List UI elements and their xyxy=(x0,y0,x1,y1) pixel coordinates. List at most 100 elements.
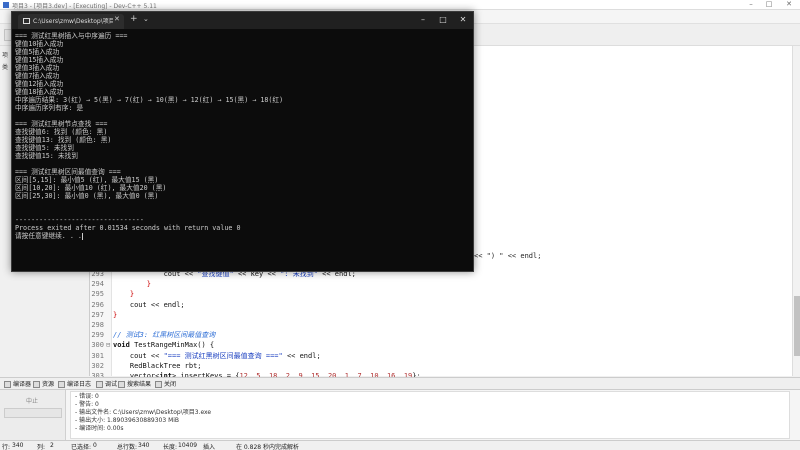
tab-debug[interactable]: 调试 xyxy=(96,380,117,390)
ide-window-title: 项目3 - [项目3.dev] - [Executing] - Dev-C++ … xyxy=(12,3,157,10)
console-window[interactable]: C:\Users\zmw\Desktop\项目3.exe ✕ + ⌄ – □ ✕… xyxy=(11,11,474,272)
status-col: 2 xyxy=(50,442,54,449)
code-line[interactable]: 297} xyxy=(0,310,800,320)
console-line-text: === 测试红黑树插入与中序遍历 === xyxy=(15,32,128,40)
console-line: 查找键值5: 未找到 xyxy=(15,144,470,152)
console-line-text: 查找键值15: 未找到 xyxy=(15,152,78,160)
compile-log-icon xyxy=(58,381,65,388)
compile-output-panel: 中止 - 错误: 0 - 警告: 0 - 输出文件名: C:\Users\zmw… xyxy=(0,390,800,440)
close-tab-icon[interactable]: ✕ xyxy=(114,15,120,23)
console-line: 请按任意键继续. . . xyxy=(15,232,470,240)
compile-errors: - 错误: 0 xyxy=(75,393,99,400)
line-number: 300 xyxy=(91,341,104,350)
tab-search-results[interactable]: 搜索结果 xyxy=(118,380,151,390)
console-line-text: 键值12插入成功 xyxy=(15,80,64,88)
console-line-text: 中序遍历序列有序: 是 xyxy=(15,104,84,112)
code-text: // 测试3: 红黑树区间最值查询 xyxy=(113,330,215,340)
compile-output-size: - 输出大小: 1.89039630889303 MiB xyxy=(75,417,180,424)
code-line[interactable]: 295 } xyxy=(0,289,800,299)
console-line-text: 键值5插入成功 xyxy=(15,48,60,56)
console-line: === 测试红黑树区间最值查询 === xyxy=(15,168,470,176)
console-line: 键值7插入成功 xyxy=(15,72,470,80)
console-line: 区间[5,15]: 最小值5 (红), 最大值15 (黑) xyxy=(15,176,470,184)
bottom-panel-tabs: 编译器 资源 编译日志 调试 搜索结果 关闭 xyxy=(0,377,800,390)
console-line-text: Process exited after 0.01534 seconds wit… xyxy=(15,224,241,232)
code-line[interactable]: 299 // 测试3: 红黑树区间最值查询 xyxy=(0,330,800,340)
console-output[interactable]: === 测试红黑树插入与中序遍历 === 键值10插入成功 键值5插入成功 键值15插… xyxy=(15,32,470,268)
console-line: 中序遍历结果: 3(红) → 5(黑) → 7(红) → 10(黑) → 12(… xyxy=(15,96,470,104)
chevron-down-icon[interactable]: ⌄ xyxy=(143,15,149,23)
console-line-text: 请按任意键继续. . . xyxy=(15,232,82,240)
console-line: 查找键值13: 找到 (颜色: 黑) xyxy=(15,136,470,144)
console-line: 键值5插入成功 xyxy=(15,48,470,56)
tab-compiler[interactable]: 编译器 xyxy=(4,380,31,390)
tab-compile-log[interactable]: 编译日志 xyxy=(58,380,91,390)
console-line: 区间[10,20]: 最小值10 (红), 最大值20 (黑) xyxy=(15,184,470,192)
code-token: // 测试3: 红黑树区间最值查询 xyxy=(113,331,216,340)
console-line-text: -------------------------------- xyxy=(15,216,144,224)
tab-close[interactable]: 关闭 xyxy=(155,380,176,390)
minimize-button[interactable]: – xyxy=(416,15,430,24)
code-line[interactable]: 300 ⊟ void TestRangeMinMax() { xyxy=(0,340,800,350)
console-line-text: 区间[5,15]: 最小值5 (红), 最大值15 (黑) xyxy=(15,176,159,184)
code-line[interactable]: 302 RedBlackTree rbt; xyxy=(0,361,800,371)
console-line: -------------------------------- xyxy=(15,216,470,224)
console-line: === 测试红黑树节点查找 === xyxy=(15,120,470,128)
fold-marker-icon[interactable]: ⊟ xyxy=(106,340,110,350)
console-line: 键值15插入成功 xyxy=(15,56,470,64)
status-sel-label: 已选择: xyxy=(71,444,92,450)
code-token: cout << xyxy=(113,351,164,360)
console-titlebar[interactable]: C:\Users\zmw\Desktop\项目3.exe ✕ + ⌄ – □ ✕ xyxy=(12,12,473,29)
code-line[interactable]: 294 } xyxy=(0,279,800,289)
console-line: 键值3插入成功 xyxy=(15,64,470,72)
close-button[interactable]: ✕ xyxy=(456,15,470,24)
project-tab[interactable]: 项 xyxy=(2,50,8,59)
console-tab[interactable]: C:\Users\zmw\Desktop\项目3.exe ✕ xyxy=(18,14,124,29)
console-line-text: === 测试红黑树节点查找 === xyxy=(15,120,108,128)
abort-compile-button[interactable]: 中止 xyxy=(26,396,38,405)
ide-minimize-button[interactable]: – xyxy=(744,0,758,8)
code-token: } xyxy=(113,310,118,319)
resources-icon xyxy=(33,381,40,388)
ide-maximize-button[interactable]: □ xyxy=(762,0,776,8)
console-line: Process exited after 0.01534 seconds wit… xyxy=(15,224,470,232)
console-line: 查找键值15: 未找到 xyxy=(15,152,470,160)
ide-close-button[interactable]: ✕ xyxy=(782,0,796,8)
search-results-icon xyxy=(118,381,125,388)
compile-output-file: - 输出文件名: C:\Users\zmw\Desktop\项目3.exe xyxy=(75,409,212,416)
console-line-text: 键值15插入成功 xyxy=(15,56,64,64)
code-line[interactable]: 298 xyxy=(0,320,800,330)
status-sel: 0 xyxy=(93,442,97,449)
console-line-text: 查找键值13: 找到 (颜色: 黑) xyxy=(15,136,112,144)
line-number: 299 xyxy=(91,331,104,340)
line-number: 298 xyxy=(91,321,104,329)
code-text: } xyxy=(113,289,134,299)
code-text: cout << endl; xyxy=(113,300,185,310)
new-tab-button[interactable]: + xyxy=(130,14,138,24)
code-overflow-text: << ") " << endl; xyxy=(474,252,542,260)
console-line-text: 键值7插入成功 xyxy=(15,72,60,80)
status-mode: 插入 xyxy=(203,444,216,450)
console-line-text: 区间[25,30]: 最小值0 (黑), 最大值0 (黑) xyxy=(15,192,159,200)
ide-titlebar: 项目3 - [项目3.dev] - [Executing] - Dev-C++ … xyxy=(0,0,800,10)
console-line-text: 键值3插入成功 xyxy=(15,64,60,72)
status-total: 340 xyxy=(138,442,150,449)
class-tab[interactable]: 类 xyxy=(2,62,8,71)
code-token: cout << endl; xyxy=(113,300,185,309)
code-line[interactable]: 301 cout << "=== 测试红黑树区间最值查询 ===" << end… xyxy=(0,351,800,361)
maximize-button[interactable]: □ xyxy=(436,15,450,24)
code-text: } xyxy=(113,279,151,289)
line-number: 301 xyxy=(91,351,104,360)
text-cursor xyxy=(81,232,83,240)
tab-resources[interactable]: 资源 xyxy=(33,380,54,390)
status-row-label: 行: xyxy=(2,444,11,450)
line-number: 302 xyxy=(91,361,104,370)
console-line-text: === 测试红黑树区间最值查询 === xyxy=(15,168,121,176)
console-line-text: 键值10插入成功 xyxy=(15,40,64,48)
console-line: 查找键值6: 找到 (颜色: 黑) xyxy=(15,128,470,136)
code-line[interactable]: 296 cout << endl; xyxy=(0,300,800,310)
status-col-label: 列: xyxy=(37,444,46,450)
